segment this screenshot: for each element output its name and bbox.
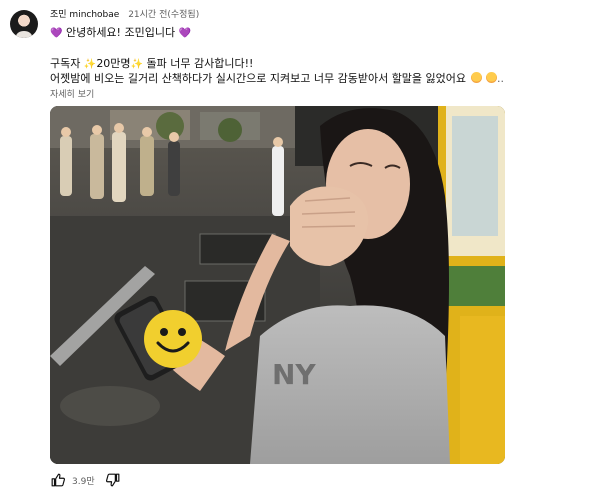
thumbs-down-icon[interactable] bbox=[105, 472, 121, 488]
read-more-link[interactable]: 자세히 보기 bbox=[50, 89, 94, 102]
purple-heart-icon: 💜 bbox=[50, 28, 63, 39]
comment-header: 조민 minchobae 21시간 전(수정됨) bbox=[50, 9, 199, 22]
sparkles-icon: ✨ bbox=[83, 59, 97, 70]
like-count: 3.9만 bbox=[72, 476, 95, 487]
body-text-1c: 돌파 너무 감사합니다!! bbox=[143, 57, 254, 70]
comment-body-line-1: 구독자 ✨20만명✨ 돌파 너무 감사합니다!! bbox=[50, 56, 253, 72]
svg-text:NY: NY bbox=[272, 358, 316, 391]
sparkles-icon: ✨ bbox=[130, 59, 144, 70]
author-name[interactable]: 조민 minchobae bbox=[50, 10, 119, 20]
smiley-face-icon bbox=[144, 310, 202, 368]
crying-face-icon bbox=[470, 72, 482, 83]
comment-photo[interactable]: NY bbox=[50, 106, 505, 464]
comment-body-line-2: 어젯밤에 비오는 길거리 산책하다가 실시간으로 지켜보고 너무 감동받아서 할… bbox=[50, 72, 505, 85]
thumbs-up-icon[interactable] bbox=[50, 472, 66, 488]
body-text-1a: 구독자 bbox=[50, 57, 84, 70]
photo-illustration: NY bbox=[50, 106, 505, 464]
comment-time[interactable]: 21시간 전(수정됨) bbox=[128, 10, 199, 20]
comment-greeting-line: 💜 안녕하세요! 조민입니다 💜 bbox=[50, 25, 191, 41]
body-text-1b: 20만명 bbox=[96, 57, 131, 70]
crying-face-icon bbox=[486, 72, 498, 83]
body-text-2: 어젯밤에 비오는 길거리 산책하다가 실시간으로 지켜보고 너무 감동받아서 할… bbox=[50, 72, 467, 85]
author-avatar[interactable] bbox=[10, 10, 38, 38]
greeting-text: 안녕하세요! 조민입니다 bbox=[65, 26, 176, 39]
purple-heart-icon: 💜 bbox=[178, 28, 192, 39]
comment-actions: 3.9만 bbox=[50, 472, 121, 488]
